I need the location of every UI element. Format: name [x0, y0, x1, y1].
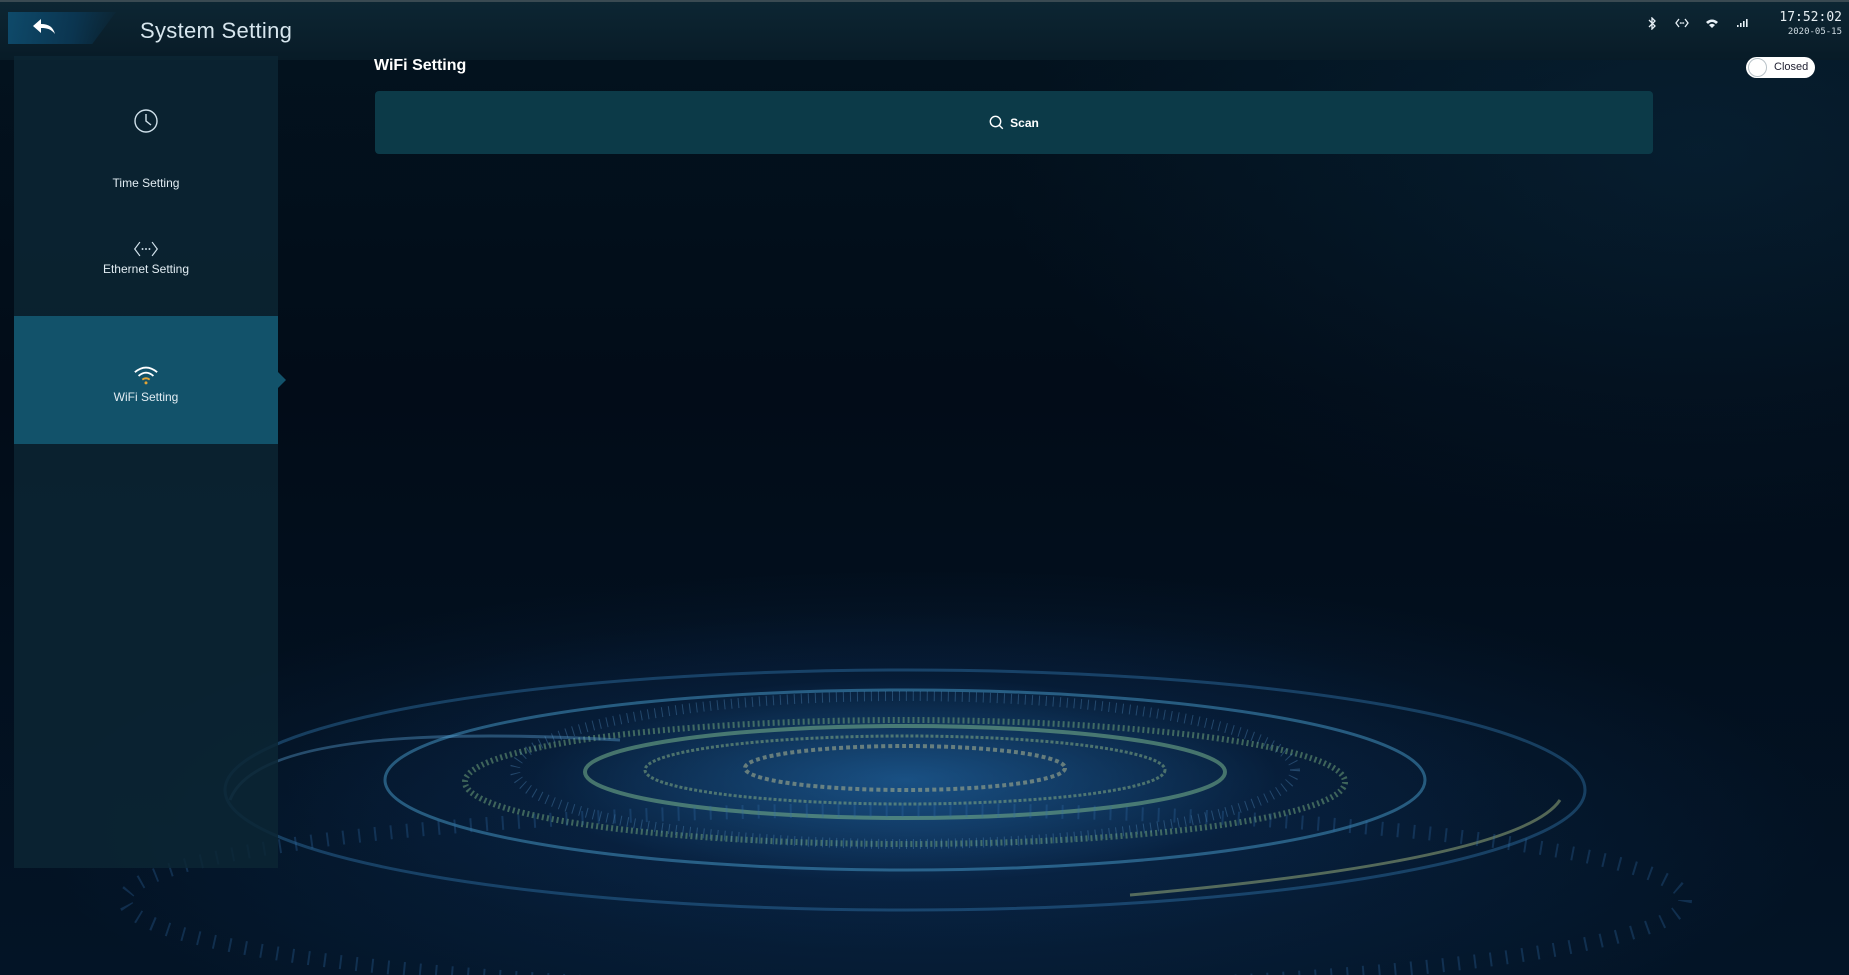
- back-arrow-icon: [33, 19, 55, 34]
- toggle-knob: [1748, 58, 1767, 77]
- bluetooth-icon: [1645, 16, 1659, 30]
- wifi-icon: [134, 366, 158, 385]
- search-icon: [989, 115, 1004, 130]
- sidebar-item-wifi-setting[interactable]: WiFi Setting: [14, 316, 286, 444]
- top-bar: System Setting 17:52:02 2020-05-15: [0, 0, 1849, 60]
- ethernet-icon: [1675, 16, 1689, 30]
- status-icons: [1645, 16, 1749, 30]
- wifi-toggle[interactable]: Closed: [1746, 57, 1815, 78]
- sidebar-item-label: WiFi Setting: [113, 390, 179, 404]
- section-title: WiFi Setting: [374, 57, 467, 74]
- ethernet-icon: [133, 241, 159, 257]
- wifi-icon: [1705, 16, 1719, 30]
- clock-time: 17:52:02: [1779, 10, 1842, 25]
- sidebar-item-label: Ethernet Setting: [102, 262, 190, 276]
- back-button[interactable]: [8, 12, 116, 44]
- signal-icon: [1735, 16, 1749, 30]
- system-setting-screen: System Setting 17:52:02 2020-05-15 Time …: [0, 0, 1849, 975]
- sidebar-item-time-setting[interactable]: Time Setting: [14, 96, 278, 224]
- toggle-label: Closed: [1774, 61, 1809, 73]
- sidebar: Time Setting Ethernet Setting WiFi Setti…: [14, 56, 286, 868]
- clock-icon: [134, 109, 158, 133]
- sidebar-item-label: Time Setting: [112, 176, 180, 190]
- scan-button[interactable]: Scan: [375, 91, 1653, 154]
- clock: 17:52:02 2020-05-15: [1768, 10, 1842, 38]
- scan-label: Scan: [1010, 115, 1039, 130]
- clock-date: 2020-05-15: [1787, 27, 1842, 37]
- app-title: System Setting: [140, 18, 293, 43]
